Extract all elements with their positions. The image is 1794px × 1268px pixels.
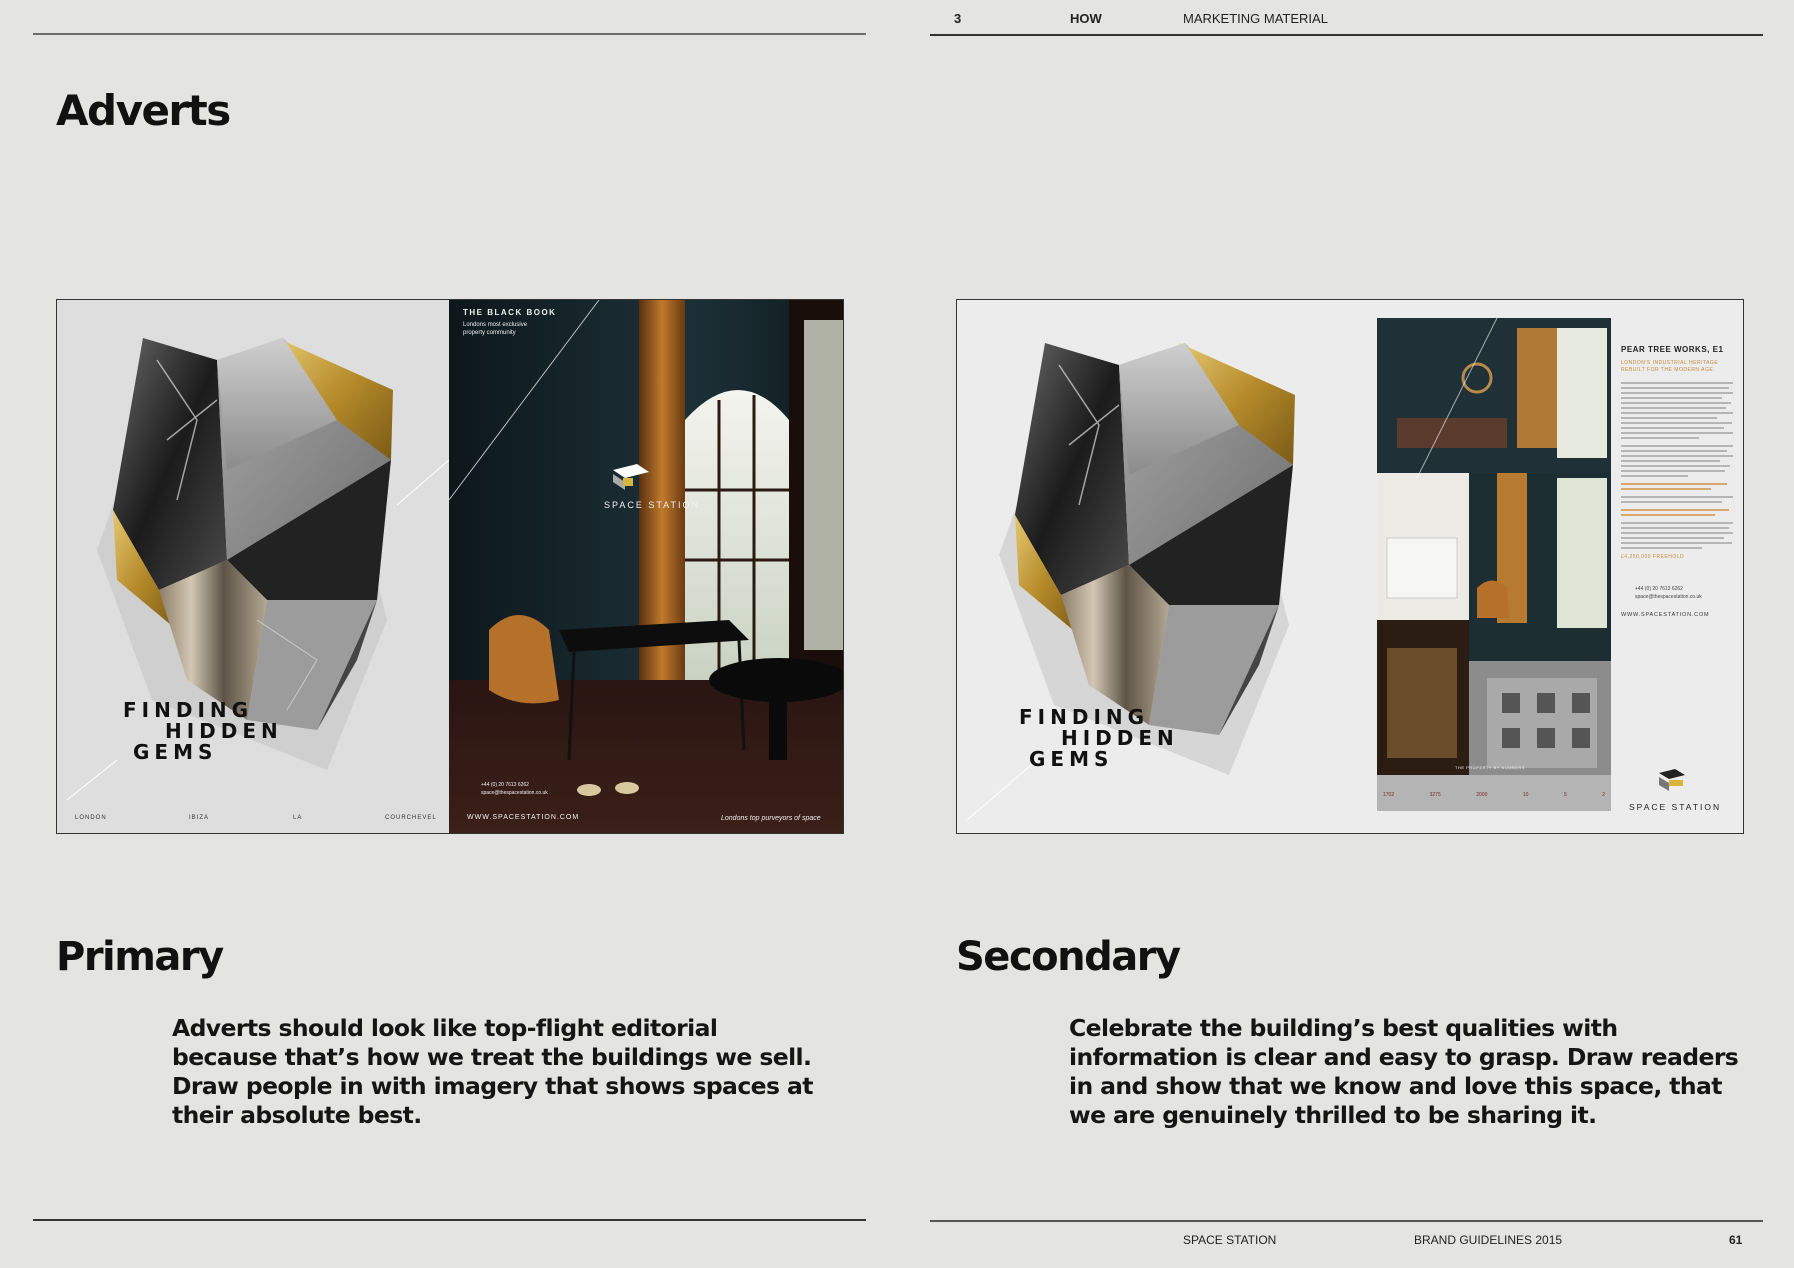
collage-images	[1377, 318, 1611, 811]
header-rule-right	[930, 34, 1763, 36]
footer-brand: SPACE STATION	[1183, 1233, 1277, 1247]
secondary-advert-website: WWW.SPACESTATION.COM	[1621, 612, 1710, 618]
header-subsection: MARKETING MATERIAL	[1183, 11, 1328, 26]
black-book-title: THE BLACK BOOK	[463, 308, 557, 317]
property-title: PEAR TREE WORKS, E1	[1621, 345, 1724, 354]
primary-advert-tagline: Londons top purveyors of space	[721, 815, 821, 822]
location-ibiza: IBIZA	[189, 815, 210, 821]
number-6: 2	[1602, 792, 1605, 798]
headline-line-2: HIDDEN	[1061, 726, 1179, 750]
footer-rule-left	[33, 1219, 866, 1221]
secondary-advert: FINDING HIDDEN GEMS THE PROPERTY BY NUMB…	[956, 299, 1744, 834]
primary-advert-left-page: FINDING HIDDEN GEMS LONDON IBIZA LA COUR…	[57, 300, 449, 833]
headline-line-3: GEMS	[1029, 747, 1114, 771]
primary-description: Adverts should look like top-flight edit…	[172, 1014, 813, 1129]
primary-advert-phone: +44 (0) 20 7613 6262	[481, 782, 529, 788]
headline-line-3: GEMS	[133, 740, 218, 764]
secondary-advert-brand: SPACE STATION	[1629, 802, 1722, 812]
number-2: 3275	[1429, 792, 1441, 798]
location-courchevel: COURCHEVEL	[385, 815, 437, 821]
space-station-logo-icon	[1659, 769, 1685, 791]
secondary-advert-email: space@thespacestation.co.uk	[1635, 594, 1702, 600]
property-subtitle: LONDON'S INDUSTRIAL HERITAGE REBUILT FOR…	[1621, 360, 1719, 373]
headline-line-2: HIDDEN	[165, 719, 283, 743]
number-1: 1702	[1383, 792, 1395, 798]
page-title: Adverts	[56, 86, 231, 135]
header-section: HOW	[1070, 11, 1102, 26]
property-price: £4,250,000 FREEHOLD	[1621, 554, 1685, 560]
primary-advert-brand: SPACE STATION	[604, 500, 701, 510]
location-la: LA	[293, 815, 303, 821]
secondary-description: Celebrate the building’s best qualities …	[1069, 1014, 1739, 1129]
photo-collage: THE PROPERTY BY NUMBERS 1702 3275 2000 1…	[1377, 318, 1611, 811]
property-text-column: PEAR TREE WORKS, E1 LONDON'S INDUSTRIAL …	[1621, 345, 1733, 618]
number-4: 10	[1522, 792, 1529, 798]
property-description	[1621, 382, 1733, 549]
header-page-number: 3	[954, 11, 962, 26]
primary-advert-email: space@thespacestation.co.uk	[481, 790, 548, 796]
headline-line-1: FINDING	[1019, 705, 1150, 729]
primary-advert-right-page: THE BLACK BOOK Londons most exclusive pr…	[449, 300, 843, 833]
footer-rule-right	[930, 1220, 1763, 1222]
primary-advert: FINDING HIDDEN GEMS LONDON IBIZA LA COUR…	[56, 299, 844, 834]
primary-advert-website: WWW.SPACESTATION.COM	[467, 814, 580, 821]
headline-line-1: FINDING	[123, 698, 254, 722]
number-3: 2000	[1476, 792, 1488, 798]
footer-page-number: 61	[1729, 1233, 1743, 1247]
black-book-subtitle: Londons most exclusive property communit…	[463, 322, 528, 336]
secondary-advert-headline: FINDING HIDDEN GEMS	[1019, 707, 1179, 770]
header-rule-left	[33, 33, 866, 35]
location-london: LONDON	[75, 815, 107, 821]
property-numbers: 1702 3275 2000 10 5 2	[1383, 792, 1605, 798]
footer-document: BRAND GUIDELINES 2015	[1414, 1233, 1563, 1247]
primary-heading: Primary	[56, 934, 224, 980]
primary-advert-headline: FINDING HIDDEN GEMS	[123, 700, 283, 763]
secondary-advert-phone: +44 (0) 20 7613 6262	[1635, 586, 1683, 592]
numbers-title: THE PROPERTY BY NUMBERS	[1455, 765, 1525, 770]
room-photo	[449, 300, 843, 833]
number-5: 5	[1563, 792, 1567, 798]
secondary-heading: Secondary	[956, 934, 1181, 980]
